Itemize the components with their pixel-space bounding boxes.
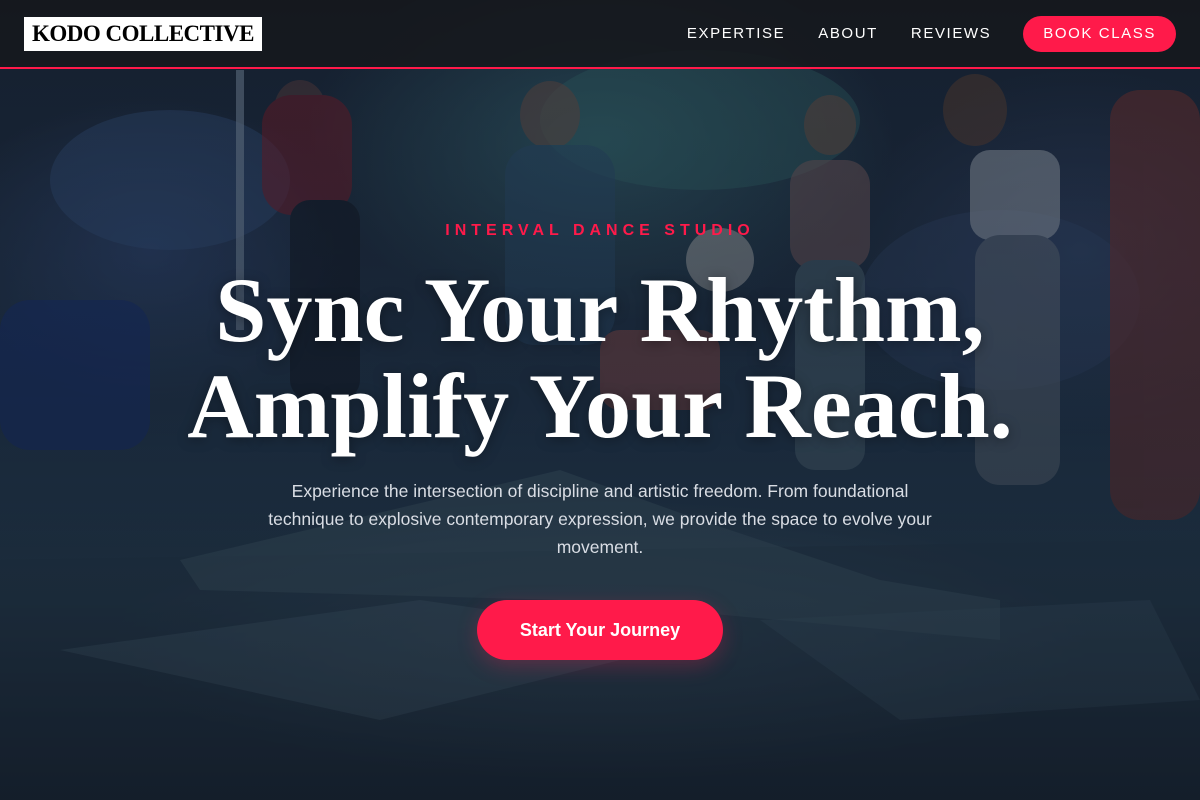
main-nav: EXPERTISE ABOUT REVIEWS BOOK CLASS bbox=[687, 15, 1176, 52]
hero-section: INTERVAL DANCE STUDIO Sync Your Rhythm, … bbox=[0, 0, 1200, 800]
hero-headline-line-1: Sync Your Rhythm, bbox=[215, 259, 985, 361]
nav-link-expertise[interactable]: EXPERTISE bbox=[687, 25, 785, 42]
hero-headline: Sync Your Rhythm, Amplify Your Reach. bbox=[0, 262, 1200, 454]
start-journey-button[interactable]: Start Your Journey bbox=[477, 600, 723, 660]
hero-eyebrow: INTERVAL DANCE STUDIO bbox=[445, 222, 755, 239]
site-header: KODO COLLECTIVE EXPERTISE ABOUT REVIEWS … bbox=[0, 0, 1200, 69]
nav-link-about[interactable]: ABOUT bbox=[818, 25, 878, 42]
hero-headline-line-2: Amplify Your Reach. bbox=[187, 355, 1013, 457]
book-class-button[interactable]: BOOK CLASS bbox=[1023, 15, 1176, 52]
logo[interactable]: KODO COLLECTIVE bbox=[24, 16, 262, 51]
nav-link-reviews[interactable]: REVIEWS bbox=[911, 25, 991, 42]
hero-description: Experience the intersection of disciplin… bbox=[268, 481, 932, 557]
